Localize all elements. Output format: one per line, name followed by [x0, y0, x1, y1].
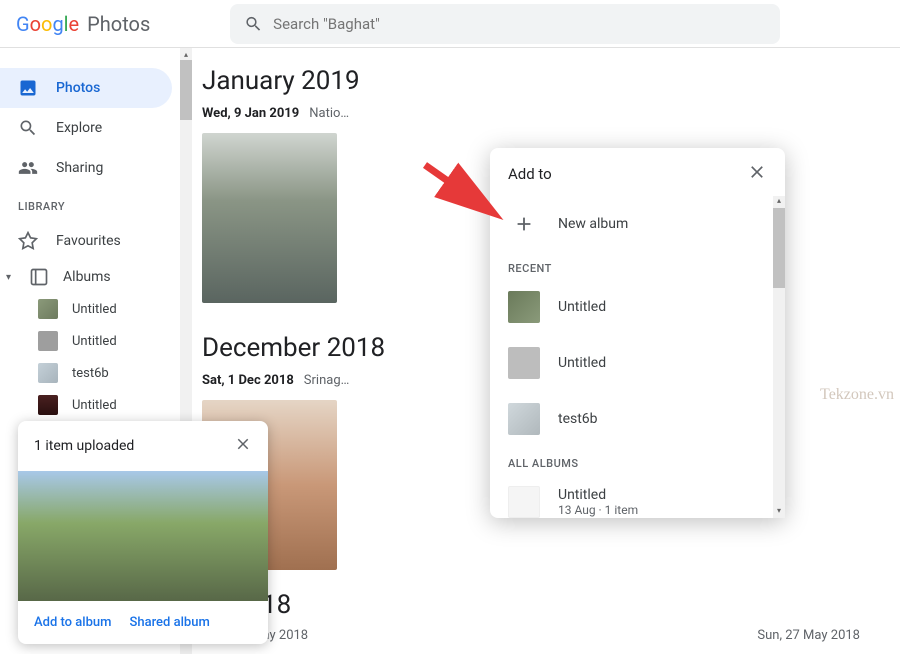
watermark: Tekzone.vn	[820, 386, 894, 404]
nav-label: Sharing	[56, 160, 103, 176]
toast-title: 1 item uploaded	[34, 438, 134, 454]
all-album-item[interactable]: Untitled 13 Aug · 1 item	[490, 474, 785, 518]
close-icon[interactable]	[234, 435, 252, 457]
location-label: Srinag…	[304, 373, 350, 388]
scroll-up-arrow[interactable]: ▴	[773, 196, 785, 208]
album-label: test6b	[72, 366, 109, 381]
scroll-thumb[interactable]	[773, 208, 785, 288]
album-thumbnail	[508, 486, 540, 518]
new-album-label: New album	[558, 216, 628, 232]
sidebar-album-item[interactable]: test6b	[0, 357, 180, 389]
modal-title: Add to	[508, 165, 552, 183]
modal-scrollbar[interactable]: ▴ ▾	[773, 196, 785, 518]
app-header: Google Photos	[0, 0, 900, 48]
truncated-month-heading: 18	[262, 590, 900, 620]
album-label: Untitled	[558, 355, 606, 371]
album-thumbnail	[508, 291, 540, 323]
scroll-up-arrow[interactable]: ▴	[180, 48, 192, 60]
chevron-down-icon: ▾	[6, 272, 11, 283]
album-label: Untitled	[72, 398, 117, 413]
star-icon	[18, 231, 38, 251]
all-albums-section-header: ALL ALBUMS	[490, 447, 785, 474]
nav-explore[interactable]: Explore	[0, 108, 172, 148]
sidebar-album-item[interactable]: Untitled	[0, 325, 180, 357]
google-wordmark: Google	[16, 12, 79, 36]
album-subtitle: 13 Aug · 1 item	[558, 503, 638, 517]
nav-sharing[interactable]: Sharing	[0, 148, 172, 188]
album-label: test6b	[558, 411, 598, 427]
album-thumbnail	[38, 363, 58, 383]
nav-label: Favourites	[56, 233, 121, 249]
recent-album-item[interactable]: Untitled	[490, 279, 785, 335]
search-bar[interactable]	[230, 4, 780, 44]
album-thumbnail	[38, 331, 58, 351]
nav-label: Explore	[56, 120, 102, 136]
date-label: Wed, 9 Jan 2019	[202, 106, 299, 121]
uploaded-photo-preview[interactable]	[18, 471, 268, 601]
shared-album-button[interactable]: Shared album	[129, 615, 209, 630]
scroll-down-arrow[interactable]: ▾	[773, 506, 785, 518]
date-label: Sun, 27 May 2018	[757, 628, 860, 643]
album-label: Untitled	[558, 299, 606, 315]
album-icon	[29, 267, 49, 287]
search-icon	[244, 14, 263, 34]
month-heading: January 2019	[202, 66, 900, 96]
album-thumbnail	[508, 347, 540, 379]
nav-favourites[interactable]: Favourites	[0, 221, 172, 261]
add-to-album-button[interactable]: Add to album	[34, 615, 111, 630]
album-thumbnail	[38, 299, 58, 319]
add-to-modal: Add to New album RECENT Untitled Untitle…	[490, 148, 785, 518]
upload-toast: 1 item uploaded Add to album Shared albu…	[18, 421, 268, 644]
album-label: Untitled	[72, 302, 117, 317]
photo-icon	[18, 78, 38, 98]
album-label: Untitled	[558, 487, 638, 503]
photo-thumbnail[interactable]	[202, 133, 337, 303]
nav-label: Photos	[56, 80, 100, 96]
nav-photos[interactable]: Photos	[0, 68, 172, 108]
people-icon	[18, 158, 38, 178]
recent-section-header: RECENT	[490, 252, 785, 279]
sidebar-album-item[interactable]: Untitled	[0, 389, 180, 421]
nav-albums[interactable]: ▾ Albums	[0, 261, 172, 293]
google-photos-logo[interactable]: Google Photos	[16, 12, 150, 36]
search-input[interactable]	[273, 15, 766, 33]
album-label: Untitled	[72, 334, 117, 349]
date-row: Wed, 9 Jan 2019 Natio…	[202, 106, 900, 121]
date-label: Sat, 1 Dec 2018	[202, 373, 294, 388]
nav-label: Albums	[63, 269, 111, 285]
sidebar-album-item[interactable]: Untitled	[0, 293, 180, 325]
location-label: Natio…	[309, 106, 349, 121]
recent-album-item[interactable]: test6b	[490, 391, 785, 447]
close-icon[interactable]	[747, 162, 767, 186]
plus-icon	[508, 208, 540, 240]
search-icon	[18, 118, 38, 138]
photos-product-name: Photos	[87, 12, 150, 36]
album-thumbnail	[38, 395, 58, 415]
library-header: LIBRARY	[0, 188, 180, 221]
recent-album-item[interactable]: Untitled	[490, 335, 785, 391]
new-album-button[interactable]: New album	[490, 196, 785, 252]
album-thumbnail	[508, 403, 540, 435]
scroll-thumb[interactable]	[180, 60, 192, 120]
